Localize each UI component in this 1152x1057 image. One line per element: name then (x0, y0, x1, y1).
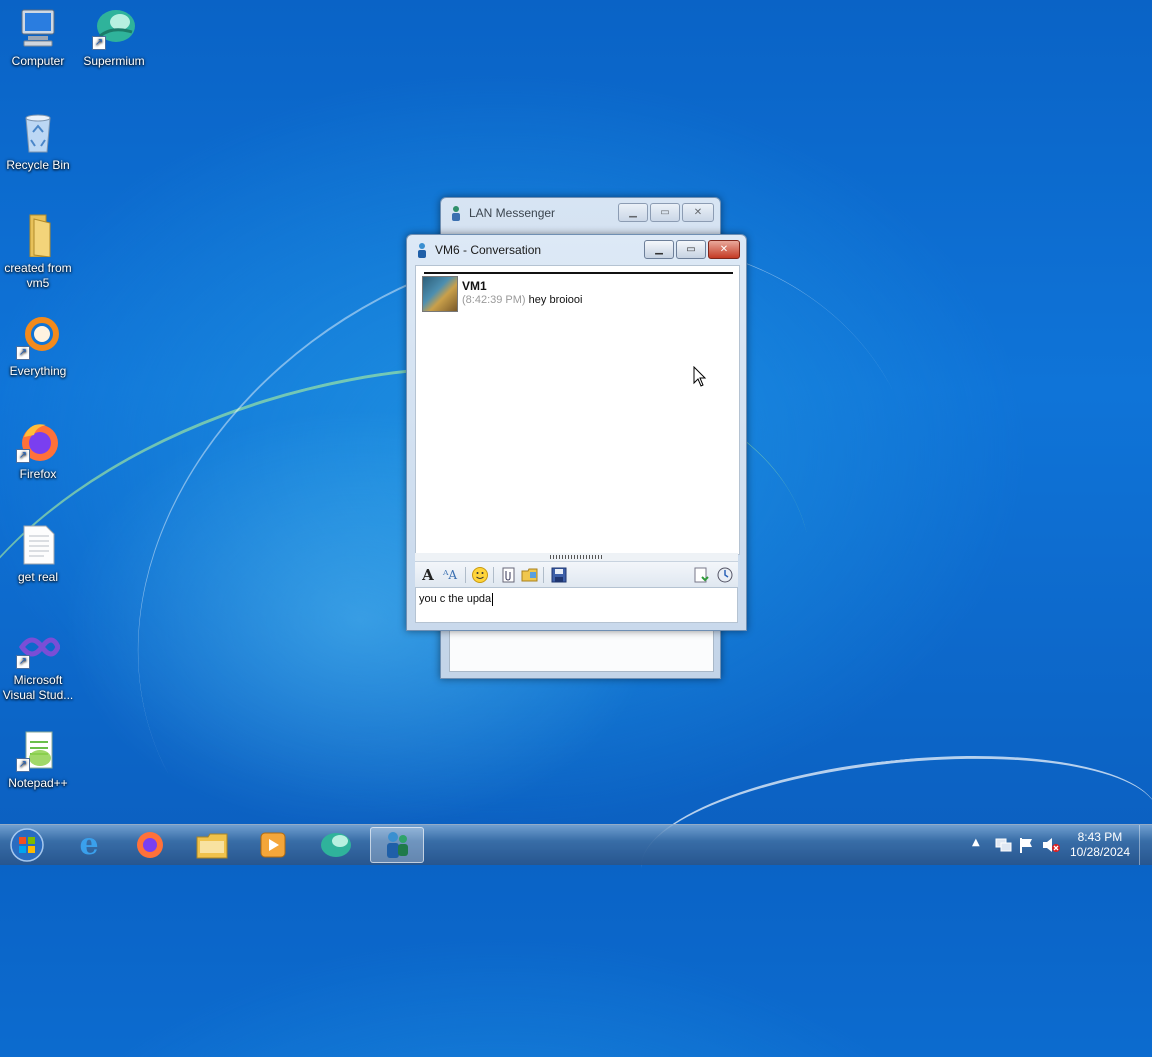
window-title: VM6 - Conversation (435, 243, 542, 257)
taskbar-firefox[interactable] (123, 827, 177, 863)
recycle-bin-icon (16, 110, 60, 154)
message-time: (8:42:39 PM) (462, 294, 526, 306)
computer-icon (16, 6, 60, 50)
close-button[interactable]: ✕ (682, 203, 714, 222)
text-cursor (492, 593, 493, 606)
message-input-value: you c the upda (419, 593, 492, 605)
network-icon[interactable] (994, 836, 1012, 857)
desktop-icon-notepad-plus[interactable]: ↗ Notepad++ (0, 728, 76, 791)
action-center-flag-icon[interactable] (1018, 836, 1034, 857)
conversation-window[interactable]: VM6 - Conversation ▁ ▭ ✕ VM1 (8:42:39 PM… (406, 234, 747, 631)
everything-search-icon: ↗ (16, 316, 60, 360)
shortcut-arrow-icon: ↗ (16, 346, 30, 360)
internet-explorer-icon: e (79, 827, 99, 862)
conversation-icon (415, 242, 429, 258)
window-title: LAN Messenger (469, 206, 556, 220)
desktop-icon-everything[interactable]: ↗ Everything (0, 316, 76, 379)
show-desktop-button[interactable] (1139, 825, 1152, 865)
message-history[interactable]: VM1 (8:42:39 PM) hey broiooi (415, 265, 740, 555)
font-style-icon[interactable]: ᴬA (441, 566, 459, 584)
firefox-icon (137, 832, 163, 858)
taskbar: e ▲ 8:43 PM 10/28/2024 (0, 824, 1152, 865)
windows-explorer-icon (196, 833, 228, 859)
desktop-icon-recycle-bin[interactable]: Recycle Bin (0, 110, 76, 173)
lan-messenger-icon (449, 205, 463, 221)
message-text: hey broiooi (528, 294, 583, 306)
supermium-icon: ↗ (92, 6, 136, 50)
lan-messenger-icon (387, 832, 408, 858)
desktop-icon-label: created from vm5 (4, 261, 72, 290)
desktop-icon-label: Notepad++ (8, 776, 68, 790)
desktop-icon-firefox[interactable]: ↗ Firefox (0, 419, 76, 482)
history-icon[interactable] (692, 566, 710, 584)
shortcut-arrow-icon: ↗ (16, 758, 30, 772)
desktop-icon-folder[interactable]: created from vm5 (0, 213, 76, 291)
sender-avatar (422, 276, 458, 312)
system-clock[interactable]: 8:43 PM 10/28/2024 (1070, 830, 1130, 860)
minimize-button[interactable]: ▁ (644, 240, 674, 259)
volume-muted-icon[interactable] (1041, 836, 1061, 857)
firefox-icon: ↗ (16, 419, 60, 463)
desktop-icon-label: Supermium (83, 54, 145, 68)
folder-icon[interactable] (521, 566, 539, 584)
desktop-icon-text-file[interactable]: get real (0, 522, 76, 585)
message-line: (8:42:39 PM) hey broiooi (462, 294, 582, 306)
minimize-button[interactable]: ▁ (618, 203, 648, 222)
visual-studio-icon: ↗ (16, 625, 61, 669)
splitter-handle[interactable] (415, 553, 738, 561)
supermium-icon (321, 833, 351, 857)
attach-file-icon[interactable] (499, 566, 517, 584)
sender-name: VM1 (462, 279, 487, 293)
taskbar-media-player[interactable] (246, 827, 300, 863)
maximize-button[interactable]: ▭ (650, 203, 680, 222)
history-divider (424, 272, 733, 274)
notepad-plus-icon: ↗ (16, 728, 60, 772)
title-bar[interactable]: LAN Messenger ▁ ▭ ✕ (441, 198, 720, 228)
taskbar-internet-explorer[interactable]: e (62, 827, 116, 863)
transfers-icon[interactable] (716, 566, 734, 584)
taskbar-windows-explorer[interactable] (185, 827, 239, 863)
save-icon[interactable] (550, 566, 568, 584)
desktop-icon-label: Everything (9, 364, 67, 378)
desktop-icon-label: get real (17, 570, 59, 584)
folder-icon (16, 213, 60, 258)
clock-time: 8:43 PM (1077, 830, 1123, 844)
desktop-icon-visual-studio[interactable]: ↗ Microsoft Visual Stud... (0, 625, 76, 703)
desktop-icon-label: Computer (11, 54, 65, 68)
start-button[interactable] (0, 827, 54, 863)
maximize-button[interactable]: ▭ (676, 240, 706, 259)
desktop-icon-label: Microsoft Visual Stud... (2, 673, 74, 702)
compose-toolbar: A ᴬA (415, 561, 738, 588)
taskbar-supermium[interactable] (309, 827, 363, 863)
media-player-icon (260, 832, 286, 858)
text-file-icon (16, 522, 60, 566)
message-input[interactable]: you c the upda (415, 587, 738, 623)
desktop-icon-label: Recycle Bin (6, 158, 70, 172)
close-button[interactable]: ✕ (708, 240, 740, 259)
emoticon-icon[interactable] (471, 566, 489, 584)
show-hidden-icons-button[interactable]: ▲ (972, 837, 980, 848)
clock-date: 10/28/2024 (1069, 845, 1130, 859)
mouse-pointer-icon (693, 365, 707, 391)
title-bar[interactable]: VM6 - Conversation ▁ ▭ ✕ (407, 235, 746, 265)
shortcut-arrow-icon: ↗ (92, 36, 106, 50)
desktop-icon-computer[interactable]: Computer (0, 6, 76, 69)
shortcut-arrow-icon: ↗ (16, 449, 30, 463)
font-icon[interactable]: A (419, 566, 437, 584)
desktop-icon-supermium[interactable]: ↗ Supermium (76, 6, 152, 69)
desktop-icon-label: Firefox (19, 467, 57, 481)
shortcut-arrow-icon: ↗ (16, 655, 30, 669)
taskbar-lan-messenger[interactable] (370, 827, 424, 863)
